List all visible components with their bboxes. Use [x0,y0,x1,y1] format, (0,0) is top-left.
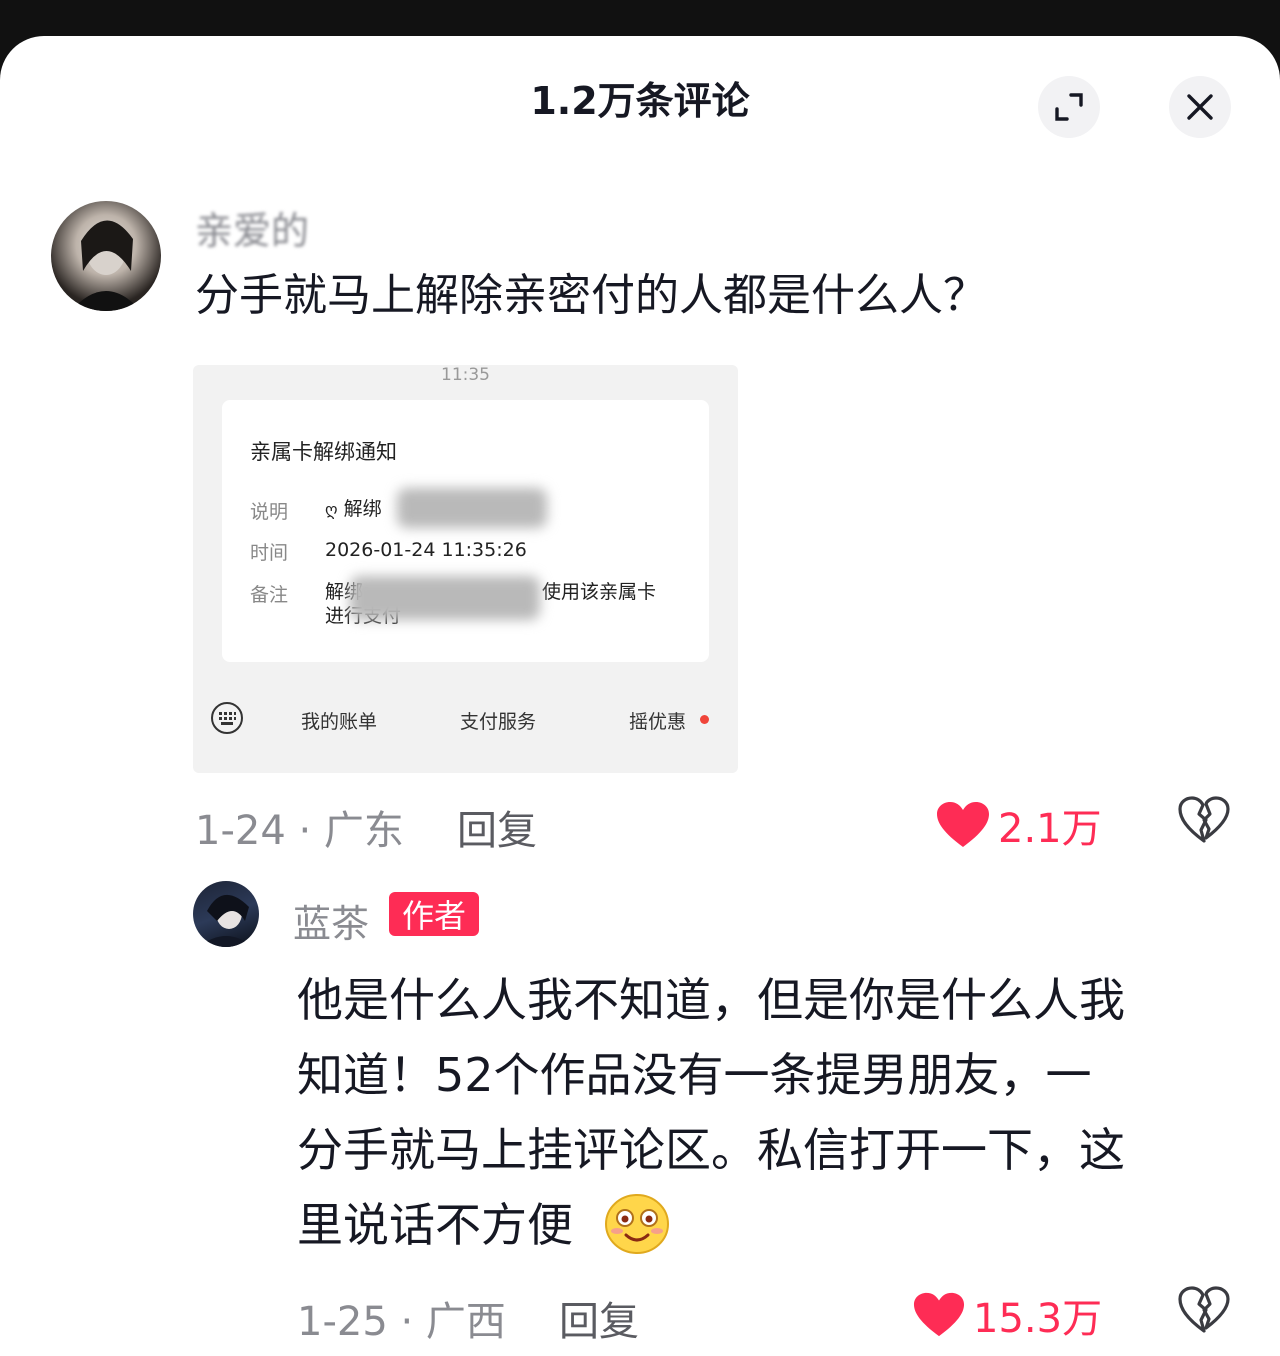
smile-emoji-icon [605,1194,669,1254]
notice-value-note-2: 使用该亲属卡 [542,581,657,603]
expand-icon [1055,93,1083,121]
reply-text-line: 分手就马上挂评论区。私信打开一下，这 [297,1123,1125,1177]
user-photo-icon [71,220,141,311]
author-username[interactable]: 蓝茶 [293,893,369,948]
keyboard-icon [211,702,243,734]
redaction-mark [397,488,547,528]
like-count: 2.1万 [998,806,1102,852]
notice-label-time: 时间 [250,542,289,564]
close-button[interactable] [1169,76,1231,138]
author-avatar[interactable] [193,881,259,947]
anime-avatar-icon [199,894,253,947]
heart-outline-icon: ღ [325,500,338,519]
heart-filled-icon [937,802,989,847]
notice-value-time: 2026-01-24 11:35:26 [325,539,527,561]
dislike-icon[interactable] [1178,1286,1230,1334]
dislike-icon[interactable] [1178,796,1230,844]
screenshot-bottom-bar: 我的账单 支付服务 摇优惠 [193,683,738,753]
notice-value-desc: ღ 解绑 [325,497,382,522]
notice-label-desc: 说明 [250,501,289,523]
tab-payment-service: 支付服务 [460,711,537,733]
like-count: 15.3万 [973,1296,1103,1342]
heart-filled-icon [913,1292,965,1337]
notice-label-note: 备注 [250,584,289,606]
like-button[interactable]: 15.3万 [913,1286,1102,1344]
redaction-mark [350,576,540,620]
avatar[interactable] [51,201,161,311]
comment-text: 分手就马上解除亲密付的人都是什么人？ [195,270,987,321]
expand-button[interactable] [1038,76,1100,138]
tab-shake-discount: 摇优惠 [629,711,687,733]
reply-button[interactable]: 回复 [559,1289,639,1347]
notice-title: 亲属卡解绑通知 [250,440,397,464]
reply-text-line: 他是什么人我不知道，但是你是什么人我 [297,973,1125,1027]
close-icon [1187,94,1213,120]
red-dot-icon [700,715,709,724]
comment-date-location: 1-24 · 广东 [195,808,404,854]
comment-image[interactable]: 11:35 亲属卡解绑通知 说明 ღ 解绑 时间 2026-01-24 11:3… [193,365,738,773]
notice-card: 亲属卡解绑通知 说明 ღ 解绑 时间 2026-01-24 11:35:26 备… [222,400,709,662]
reply-text-line: 知道！52个作品没有一条提男朋友，一 [297,1048,1092,1102]
screenshot-time: 11:35 [441,365,490,385]
notice-value-text: 解绑 [343,498,382,520]
reply-button[interactable]: 回复 [457,798,537,856]
like-button[interactable]: 2.1万 [936,796,1102,854]
tab-my-bill: 我的账单 [301,711,378,733]
author-badge: 作者 [389,892,479,936]
comment-username[interactable]: 亲爱的 [195,200,309,255]
reply-text-line: 里说话不方便 [297,1198,573,1252]
reply-date-location: 1-25 · 广西 [297,1299,506,1345]
